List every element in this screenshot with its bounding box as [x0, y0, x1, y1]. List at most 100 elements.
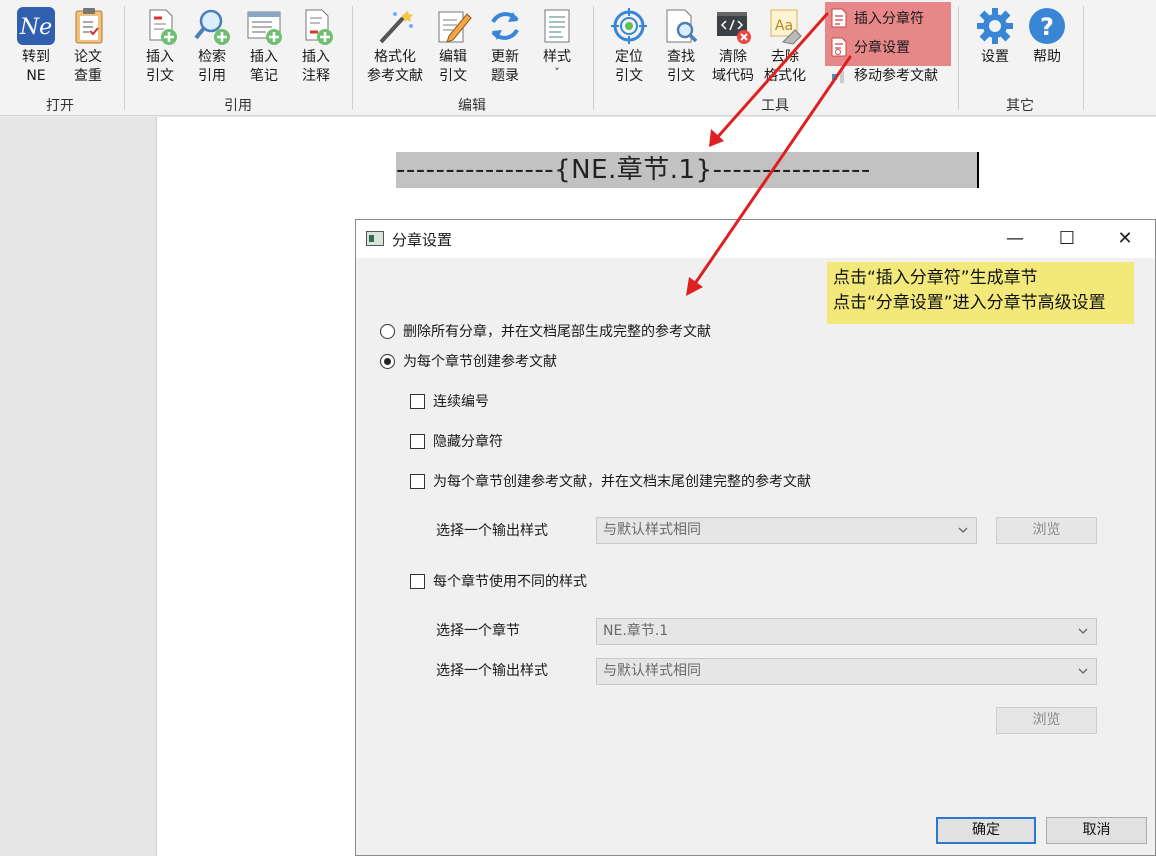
paper-check-label-2: 查重 — [74, 68, 102, 84]
radio-delete-all-label: 删除所有分章，并在文档尾部生成完整的参考文献 — [403, 324, 711, 340]
maximize-button[interactable]: ☐ — [1044, 224, 1090, 254]
radio-circle-selected — [380, 353, 395, 369]
checkbox-per-chapter-and-full[interactable]: 为每个章节创建参考文献，并在文档末尾创建完整的参考文献 — [410, 471, 811, 491]
text-cursor — [977, 152, 979, 188]
svg-text:Aa: Aa — [775, 18, 793, 34]
output-style-select-2[interactable]: 与默认样式相同 — [596, 658, 1097, 685]
checkbox-different-styles-label: 每个章节使用不同的样式 — [433, 574, 587, 590]
edit-cite-label-1: 编辑 — [439, 49, 467, 65]
locate-cite-label-1: 定位 — [615, 49, 643, 65]
ok-button[interactable]: 确定 — [936, 817, 1036, 844]
note-add-icon — [244, 6, 284, 46]
update-list-label-2: 题录 — [491, 68, 519, 84]
find-cite-label-1: 查找 — [667, 49, 695, 65]
code-clear-icon — [713, 6, 753, 46]
radio-per-chapter-label: 为每个章节创建参考文献 — [403, 354, 557, 370]
move-references-button[interactable]: 移动参考文献 — [830, 62, 938, 88]
window-app-icon — [366, 231, 384, 246]
clear-field-code-label-1: 清除 — [719, 49, 747, 65]
update-list-button[interactable]: 更新 题录 — [480, 6, 530, 86]
output-style-label-2: 选择一个输出样式 — [436, 663, 548, 679]
annotation-line-2: 点击“分章设置”进入分章节高级设置 — [833, 293, 1106, 313]
annotation-note: 点击“插入分章符”生成章节 点击“分章设置”进入分章节高级设置 — [827, 262, 1134, 324]
insert-cite-label-1: 插入 — [146, 49, 174, 65]
radio-delete-all-chapters[interactable]: 删除所有分章，并在文档尾部生成完整的参考文献 — [380, 321, 711, 341]
search-cite-button[interactable]: 检索 引用 — [187, 6, 237, 86]
dialog-titlebar[interactable]: 分章设置 — ☐ ✕ — [356, 220, 1155, 258]
find-cite-label-2: 引文 — [667, 68, 695, 84]
group-edit-label: 编辑 — [458, 98, 486, 114]
chevron-down-icon: ˅ — [554, 66, 560, 79]
navigation-pane — [0, 117, 157, 856]
settings-label: 设置 — [981, 49, 1009, 65]
chapter-field-code[interactable]: ----------------{NE.章节.1}---------------… — [396, 152, 978, 188]
annotation-line-1: 点击“插入分章符”生成章节 — [833, 268, 1038, 288]
chapter-settings-icon — [830, 37, 848, 57]
chapter-select-value: NE.章节.1 — [603, 623, 669, 639]
update-list-label-1: 更新 — [491, 49, 519, 65]
minimize-button[interactable]: — — [992, 224, 1038, 254]
checkbox-box — [410, 573, 425, 589]
locate-cite-button[interactable]: 定位 引文 — [604, 6, 654, 86]
clear-field-code-button[interactable]: 清除 域代码 — [708, 6, 758, 86]
close-button[interactable]: ✕ — [1102, 224, 1148, 254]
output-style-value-1: 与默认样式相同 — [603, 522, 701, 538]
find-cite-button[interactable]: 查找 引文 — [656, 6, 706, 86]
checkbox-box — [410, 473, 425, 489]
goto-ne-button[interactable]: Ne 转到 NE — [11, 6, 61, 86]
radio-per-chapter-refs[interactable]: 为每个章节创建参考文献 — [380, 351, 557, 371]
cancel-button[interactable]: 取消 — [1046, 817, 1147, 844]
format-refs-label-1: 格式化 — [374, 49, 416, 65]
checkbox-box — [410, 433, 425, 449]
browse-button-1[interactable]: 浏览 — [996, 517, 1097, 544]
settings-button[interactable]: 设置 — [970, 6, 1020, 86]
search-cite-label-1: 检索 — [198, 49, 226, 65]
checkbox-hide-chapter-break[interactable]: 隐藏分章符 — [410, 431, 503, 451]
browse-button-2[interactable]: 浏览 — [996, 707, 1097, 734]
output-style-label-1: 选择一个输出样式 — [436, 523, 548, 539]
format-refs-button[interactable]: 格式化 参考文献 — [366, 6, 424, 86]
output-style-value-2: 与默认样式相同 — [603, 663, 701, 679]
svg-text:Ne: Ne — [19, 15, 52, 40]
insert-chapter-break-label: 插入分章符 — [854, 11, 924, 27]
chapter-settings-button[interactable]: 分章设置 — [830, 34, 910, 60]
divider — [593, 6, 594, 110]
remove-format-label-2: 格式化 — [764, 68, 806, 84]
remove-format-label-1: 去除 — [771, 49, 799, 65]
checkbox-continuous-numbering[interactable]: 连续编号 — [410, 391, 489, 411]
chapter-settings-label: 分章设置 — [854, 40, 910, 56]
radio-circle — [380, 323, 395, 339]
insert-note-label-2: 笔记 — [250, 68, 278, 84]
insert-cite-button[interactable]: 插入 引文 — [135, 6, 185, 86]
locate-cite-label-2: 引文 — [615, 68, 643, 84]
edit-cite-button[interactable]: 编辑 引文 — [428, 6, 478, 86]
style-dropdown-button[interactable]: 样式 ˅ — [532, 6, 582, 86]
goto-ne-label-2: NE — [26, 68, 46, 84]
checkbox-different-styles[interactable]: 每个章节使用不同的样式 — [410, 571, 587, 591]
chapter-select[interactable]: NE.章节.1 — [596, 618, 1097, 645]
divider — [1083, 6, 1084, 110]
help-icon: ? — [1027, 6, 1067, 46]
output-style-select-1[interactable]: 与默认样式相同 — [596, 517, 977, 544]
dialog-title: 分章设置 — [392, 231, 453, 249]
find-doc-icon — [661, 6, 701, 46]
paper-check-button[interactable]: 论文 查重 — [63, 6, 113, 86]
ne-logo-icon: Ne — [16, 6, 56, 46]
target-icon — [609, 6, 649, 46]
remove-format-button[interactable]: Aa 去除 格式化 — [760, 6, 810, 86]
help-label: 帮助 — [1033, 49, 1061, 65]
insert-annotation-button[interactable]: 插入 注释 — [291, 6, 341, 86]
insert-citation-icon — [140, 6, 180, 46]
edit-cite-label-2: 引文 — [439, 68, 467, 84]
help-button[interactable]: ? 帮助 — [1022, 6, 1072, 86]
insert-chapter-break-button[interactable]: 插入分章符 — [830, 5, 924, 31]
checkbox-continuous-label: 连续编号 — [433, 394, 489, 410]
chapter-doc-icon — [830, 8, 848, 28]
refresh-icon — [485, 6, 525, 46]
clear-field-code-label-2: 域代码 — [712, 68, 754, 84]
insert-annotation-label-1: 插入 — [302, 49, 330, 65]
move-refs-icon — [830, 65, 848, 85]
divider — [124, 6, 125, 110]
chevron-down-icon — [1078, 628, 1088, 634]
insert-note-button[interactable]: 插入 笔记 — [239, 6, 289, 86]
